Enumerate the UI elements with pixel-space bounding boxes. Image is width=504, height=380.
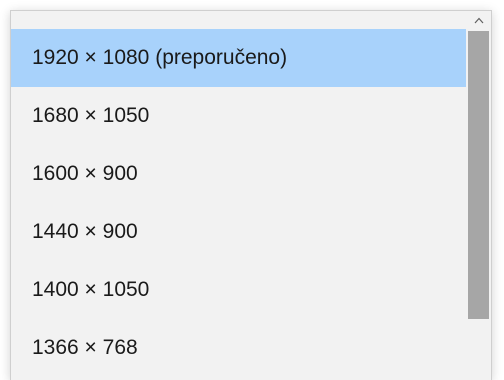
resolution-option[interactable]: 1400 × 1050	[11, 261, 467, 319]
scroll-up-button[interactable]	[466, 11, 491, 29]
vertical-scrollbar[interactable]	[466, 11, 491, 380]
resolution-option[interactable]: 1366 × 768	[11, 319, 467, 377]
resolution-option[interactable]: 1440 × 900	[11, 203, 467, 261]
resolution-option[interactable]: 1680 × 1050	[11, 87, 467, 145]
scrollbar-thumb[interactable]	[468, 31, 489, 319]
resolution-options: 1920 × 1080 (preporučeno) 1680 × 1050 16…	[11, 29, 467, 377]
chevron-up-icon	[474, 17, 483, 23]
resolution-dropdown-list[interactable]: 1920 × 1080 (preporučeno) 1680 × 1050 16…	[10, 10, 492, 380]
resolution-option[interactable]: 1600 × 900	[11, 145, 467, 203]
resolution-option-selected[interactable]: 1920 × 1080 (preporučeno)	[11, 29, 467, 87]
